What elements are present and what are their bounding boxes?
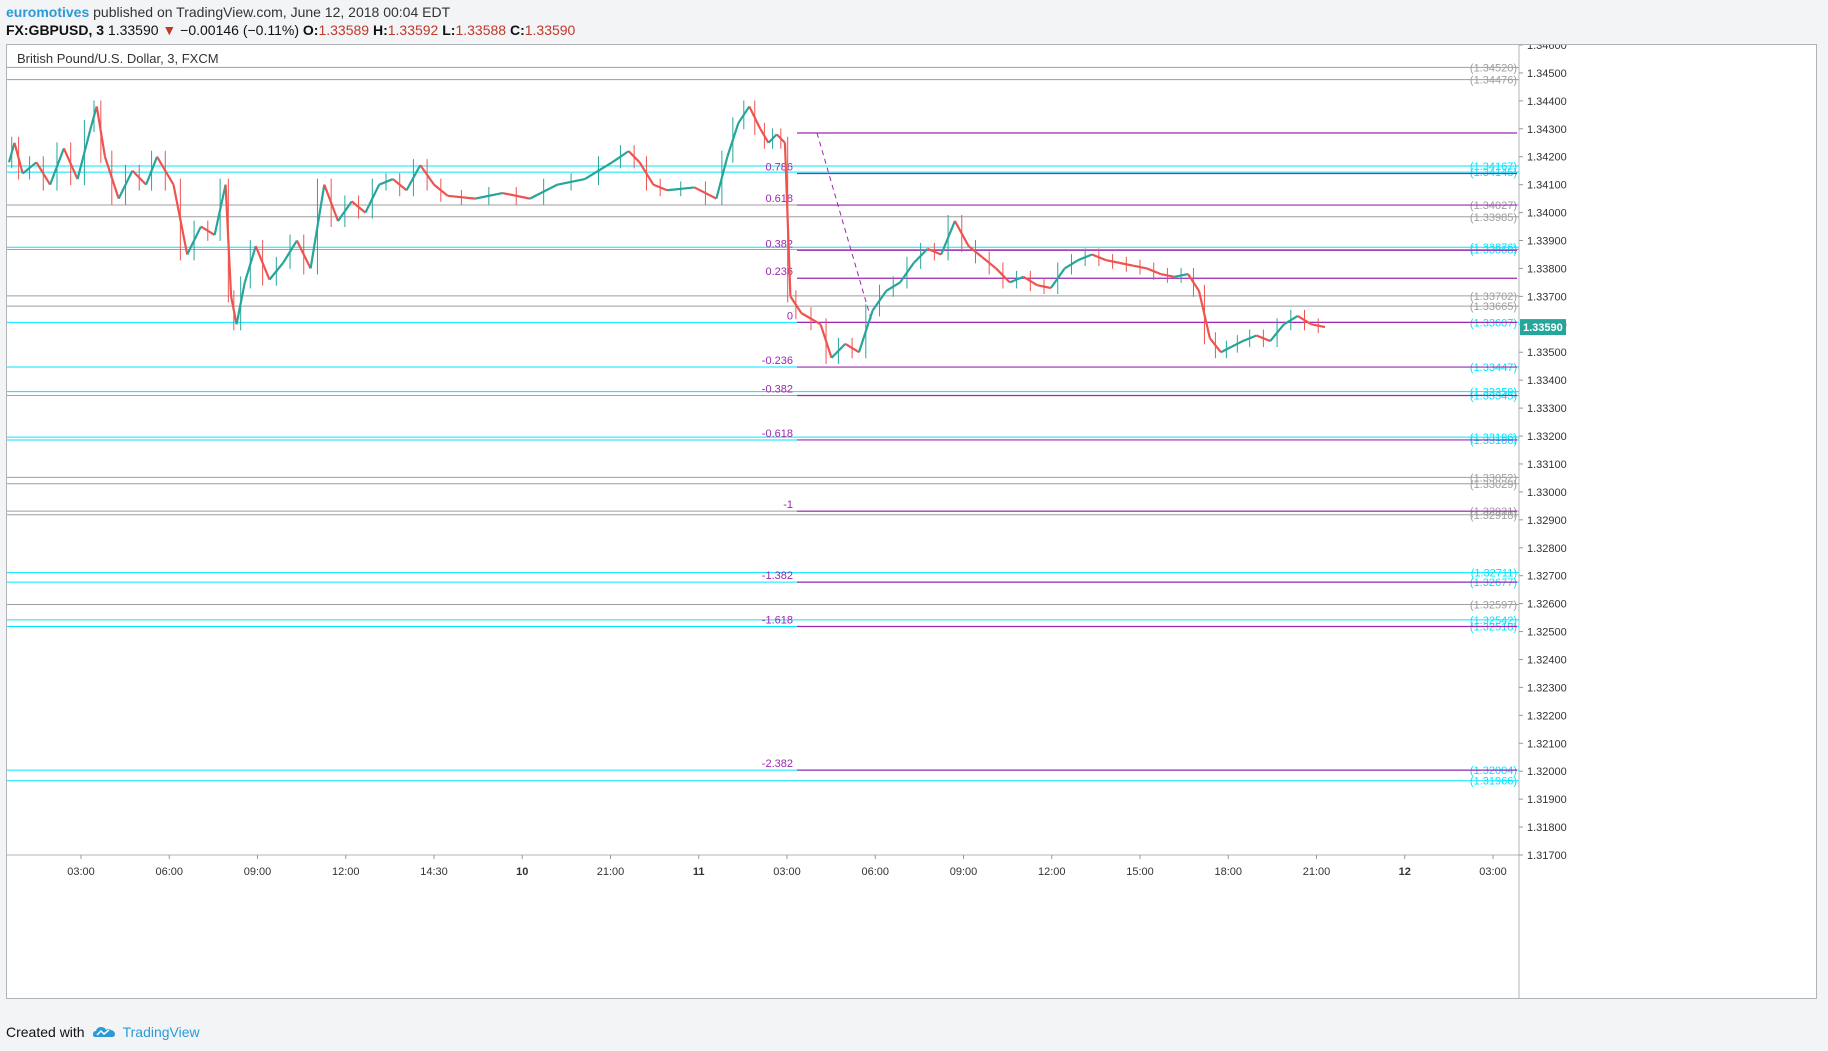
open-label: O:	[302, 22, 319, 38]
chart-panel[interactable]: 1.34600 1.34500 1.34400 1.34300 1.34200 1.341…	[6, 44, 1817, 999]
fib-trend-line	[816, 132, 873, 323]
fib-level-label: -0.618	[762, 428, 793, 440]
high-value: 1.33592	[387, 22, 439, 38]
price-axis-tick-label: 1.33100	[1527, 459, 1567, 471]
fib-level-label: 0	[787, 310, 793, 322]
price-axis-tick-label: 1.32500	[1527, 627, 1567, 639]
fib-level-label: 0.618	[765, 193, 793, 205]
price-axis-tick-label: 1.32700	[1527, 571, 1567, 583]
price-axis-tick-label: 1.32100	[1527, 738, 1567, 750]
price-axis-tick-label: 1.33400	[1527, 375, 1567, 387]
time-axis-tick-label: 21:00	[1303, 866, 1331, 878]
price-axis-tick-label: 1.31900	[1527, 794, 1567, 806]
level-label: (1.33186)	[1470, 435, 1517, 447]
fib-level-label: -2.382	[762, 758, 793, 770]
time-axis-tick-label: 06:00	[155, 866, 183, 878]
price-axis-tick-label: 1.32600	[1527, 599, 1567, 611]
level-label: (1.31966)	[1470, 776, 1517, 788]
time-axis-tick-label: 15:00	[1126, 866, 1154, 878]
change-value: −0.00146 (−0.11%)	[180, 22, 299, 38]
chart-title: British Pound/U.S. Dollar, 3, FXCM	[15, 51, 221, 66]
time-axis-tick-label: 10	[516, 866, 528, 878]
price-axis-tick-label: 1.34200	[1527, 152, 1567, 164]
fib-level-label: -1.618	[762, 615, 793, 627]
author-name[interactable]: euromotives	[6, 4, 89, 20]
price-axis-tick-label: 1.31800	[1527, 822, 1567, 834]
close-value: 1.33590	[524, 22, 576, 38]
last-price-value: 1.33590	[107, 22, 159, 38]
ohlc-bar: FX:GBPUSD, 3 1.33590 ▼ −0.00146 (−0.11%)…	[6, 20, 575, 40]
price-axis-tick-label: 1.32000	[1527, 766, 1567, 778]
created-with-text: Created with	[6, 1024, 85, 1040]
price-axis-tick-label: 1.34300	[1527, 124, 1567, 136]
price-axis-tick-label: 1.33500	[1527, 347, 1567, 359]
time-axis-tick-label: 09:00	[244, 866, 272, 878]
price-axis-tick-label: 1.34600	[1527, 45, 1567, 52]
level-label: (1.33345)	[1470, 391, 1517, 403]
price-axis-tick-label: 1.33800	[1527, 263, 1567, 275]
price-axis-tick-label: 1.32200	[1527, 710, 1567, 722]
price-axis-tick-label: 1.32400	[1527, 654, 1567, 666]
time-axis-tick-label: 09:00	[950, 866, 978, 878]
price-axis-tick-label: 1.32800	[1527, 543, 1567, 555]
level-label: (1.33447)	[1470, 362, 1517, 374]
time-axis-tick-label: 06:00	[861, 866, 889, 878]
fib-level-label: -1	[783, 499, 793, 511]
price-axis-tick-label: 1.33900	[1527, 236, 1567, 248]
high-label: H:	[372, 22, 388, 38]
down-arrow-icon: ▼	[162, 22, 177, 38]
price-axis-tick-label: 1.33300	[1527, 403, 1567, 415]
price-axis-tick-label: 1.33000	[1527, 487, 1567, 499]
time-axis-tick-label: 21:00	[597, 866, 625, 878]
price-axis-tick-label: 1.34500	[1527, 68, 1567, 80]
price-axis-tick-label: 1.32300	[1527, 682, 1567, 694]
level-label: (1.33607)	[1470, 317, 1517, 329]
time-axis-tick-label: 18:00	[1214, 866, 1242, 878]
level-label: (1.32518)	[1470, 622, 1517, 634]
fib-level-label: 0.786	[765, 161, 793, 173]
time-axis-tick-label: 03:00	[773, 866, 801, 878]
level-label: (1.33985)	[1470, 212, 1517, 224]
level-label: (1.34476)	[1470, 75, 1517, 87]
price-axis-tick-label: 1.33200	[1527, 431, 1567, 443]
level-label: (1.34027)	[1470, 200, 1517, 212]
published-text: published on TradingView.com, June 12, 2…	[93, 4, 451, 20]
low-value: 1.33588	[455, 22, 507, 38]
price-axis-tick-label: 1.33700	[1527, 291, 1567, 303]
close-label: C:	[509, 22, 525, 38]
level-label: (1.32677)	[1470, 577, 1517, 589]
last-price-tag-label: 1.33590	[1523, 322, 1563, 334]
tradingview-logo-icon[interactable]	[92, 1026, 115, 1038]
price-axis-tick-label: 1.34000	[1527, 208, 1567, 220]
open-value: 1.33589	[318, 22, 370, 38]
time-axis-tick-label: 14:30	[420, 866, 448, 878]
footer: Created with TradingView	[6, 1024, 200, 1040]
fib-level-label: -0.382	[762, 384, 793, 396]
low-label: L:	[442, 22, 456, 38]
time-axis-tick-label: 03:00	[67, 866, 95, 878]
fib-level-label: -1.382	[762, 570, 793, 582]
time-axis-tick-label: 11	[693, 866, 705, 878]
publish-info: euromotives published on TradingView.com…	[6, 2, 450, 22]
price-axis-tick-label: 1.34400	[1527, 96, 1567, 108]
level-label: (1.32597)	[1470, 599, 1517, 611]
time-axis-tick-label: 12:00	[1038, 866, 1066, 878]
symbol-label: FX:GBPUSD, 3	[6, 22, 105, 38]
time-axis-tick-label: 12:00	[332, 866, 360, 878]
tradingview-link[interactable]: TradingView	[123, 1024, 200, 1040]
price-axis-tick-label: 1.32900	[1527, 515, 1567, 527]
time-axis-tick-label: 12	[1399, 866, 1411, 878]
price-axis-tick-label: 1.31700	[1527, 850, 1567, 862]
time-axis-tick-label: 03:00	[1479, 866, 1507, 878]
level-label: (1.33029)	[1470, 479, 1517, 491]
fib-level-label: -0.236	[762, 355, 793, 367]
level-label: (1.33665)	[1470, 301, 1517, 313]
price-chart[interactable]: 1.34600 1.34500 1.34400 1.34300 1.34200 1.341…	[7, 45, 1816, 998]
level-label: (1.34520)	[1470, 62, 1517, 74]
price-axis-tick-label: 1.34100	[1527, 180, 1567, 192]
